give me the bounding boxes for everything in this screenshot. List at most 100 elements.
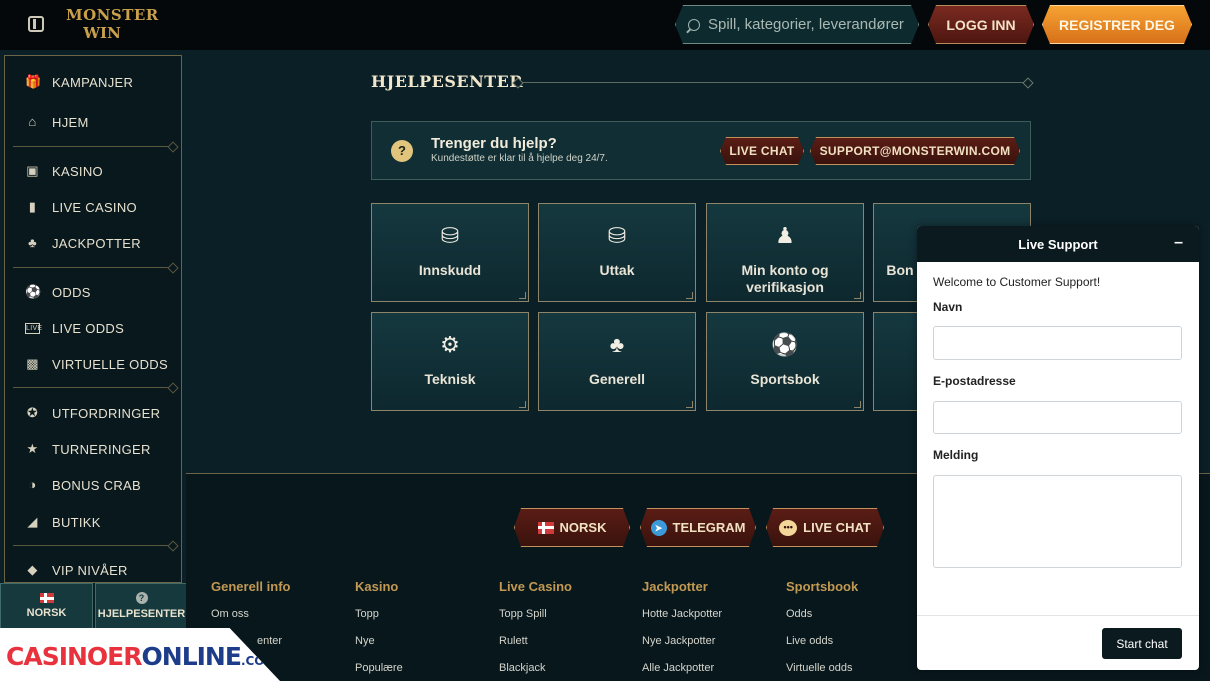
sidebar-item-butikk[interactable]: ◢ BUTIKK — [5, 507, 181, 537]
norway-flag-icon — [538, 522, 554, 534]
footer-column-kasino: Kasino Topp Nye Populære — [355, 579, 403, 681]
footer-column-heading: Live Casino — [499, 579, 572, 594]
sidebar-item-turneringer[interactable]: ★ TURNERINGER — [5, 434, 181, 464]
telegram-icon: ➤ — [651, 520, 667, 536]
footer-link[interactable]: Topp Spill — [499, 608, 572, 635]
footer-language-button[interactable]: NORSK — [514, 508, 630, 547]
sidebar-item-bonus-crab[interactable]: ◑ BONUS CRAB — [5, 470, 181, 500]
sidebar-divider — [13, 146, 175, 147]
footer-language-label: NORSK — [559, 520, 607, 535]
language-label: NORSK — [26, 607, 67, 619]
sidebar-item-label: BUTIKK — [52, 514, 101, 530]
sidebar-item-live-casino[interactable]: ▮ LIVE CASINO — [5, 192, 181, 222]
gear-icon: ⚙ — [440, 332, 460, 357]
footer-link[interactable]: Alle Jackpotter — [642, 662, 722, 681]
footer-link[interactable]: Populære — [355, 662, 403, 681]
footer-link[interactable]: Nye Jackpotter — [642, 635, 722, 662]
clover-icon: ♣ — [609, 332, 625, 357]
footer-link[interactable]: Topp — [355, 608, 403, 635]
user-icon: ♟ — [775, 223, 795, 248]
login-button[interactable]: LOGG INN — [928, 5, 1034, 44]
footer-live-chat-button[interactable]: ••• LIVE CHAT — [766, 508, 884, 547]
coins-plus-icon: ⛁ — [440, 223, 460, 248]
footer-link[interactable]: Hotte Jackpotter — [642, 608, 722, 635]
footer-link[interactable]: Rulett — [499, 635, 572, 662]
category-teknisk[interactable]: ⚙ Teknisk — [371, 312, 529, 411]
sidebar-item-virtuelle-odds[interactable]: ▩ VIRTUELLE ODDS — [5, 349, 181, 379]
message-field[interactable] — [933, 475, 1182, 568]
help-center-button[interactable]: ? HJELPESENTER — [95, 583, 188, 629]
category-label: Sportsbok — [750, 371, 820, 387]
sidebar-divider — [13, 267, 175, 268]
sidebar-item-label: LIVE CASINO — [52, 199, 137, 215]
top-bar: MONSTER WIN LOGG INN REGISTRER DEG — [0, 0, 1210, 50]
support-email-button[interactable]: SUPPORT@MONSTERWIN.COM — [810, 137, 1020, 165]
footer-live-chat-label: LIVE CHAT — [803, 520, 871, 535]
live-support-widget: Live Support – Welcome to Customer Suppo… — [917, 226, 1199, 670]
sidebar-bottom-bar: NORSK ? HJELPESENTER — [0, 583, 190, 631]
logo-text-win: WIN — [83, 24, 121, 42]
live-support-title: Live Support — [1018, 236, 1098, 252]
start-chat-button[interactable]: Start chat — [1102, 628, 1182, 659]
help-title: Trenger du hjelp? — [431, 135, 557, 152]
sidebar-item-utfordringer[interactable]: ✪ UTFORDRINGER — [5, 398, 181, 428]
minimize-icon[interactable]: – — [1174, 234, 1183, 252]
sidebar-item-kampanjer[interactable]: 🎁 KAMPANJER — [5, 67, 181, 97]
search-input[interactable] — [708, 16, 908, 33]
language-button[interactable]: NORSK — [0, 583, 93, 629]
search-box[interactable] — [675, 5, 919, 44]
sidebar-toggle-icon[interactable] — [28, 16, 44, 32]
sidebar-item-hjem[interactable]: ⌂ HJEM — [5, 107, 181, 137]
sidebar-item-vip-nivaer[interactable]: ◆ VIP NIVÅER — [5, 555, 181, 582]
footer-column-live-casino: Live Casino Topp Spill Rulett Blackjack — [499, 579, 572, 681]
help-subtitle: Kundestøtte er klar til å hjelpe deg 24/… — [431, 153, 608, 164]
category-sportsbok[interactable]: ⚽ Sportsbok — [706, 312, 864, 411]
footer-column-heading: Kasino — [355, 579, 399, 594]
sidebar-item-label: LIVE ODDS — [52, 320, 125, 336]
live-support-header: Live Support – — [917, 226, 1199, 262]
footer-link[interactable]: Nye — [355, 635, 403, 662]
footer-link[interactable]: Odds — [786, 608, 858, 635]
page-title: HJELPESENTER — [371, 72, 524, 91]
footer-link[interactable]: Live odds — [786, 635, 858, 662]
sidebar-item-label: UTFORDRINGER — [52, 405, 161, 421]
coins-minus-icon: ⛁ — [607, 223, 627, 248]
sidebar-item-kasino[interactable]: ▣ KASINO — [5, 156, 181, 186]
register-button[interactable]: REGISTRER DEG — [1042, 5, 1192, 44]
telegram-button[interactable]: ➤ TELEGRAM — [640, 508, 756, 547]
slot-machine-icon: ▣ — [26, 163, 39, 178]
search-icon — [688, 19, 700, 31]
sidebar-item-label: BONUS CRAB — [52, 477, 141, 493]
category-label: Bon — [886, 262, 914, 278]
sidebar-item-label: VIRTUELLE ODDS — [52, 356, 168, 372]
category-label: Generell — [588, 371, 646, 387]
footer-column-heading: Jackpotter — [642, 579, 708, 594]
category-generell[interactable]: ♣ Generell — [538, 312, 696, 411]
medal-icon: ✪ — [26, 405, 39, 420]
live-support-footer: Start chat — [917, 615, 1199, 670]
category-uttak[interactable]: ⛁ Uttak — [538, 203, 696, 302]
email-field[interactable] — [933, 401, 1182, 434]
footer-link[interactable]: Blackjack — [499, 662, 572, 681]
virtual-icon: ▩ — [26, 356, 39, 371]
help-icon: ? — [135, 592, 148, 604]
category-label: Min konto og verifikasjon — [741, 262, 829, 295]
footer-link[interactable]: Virtuelle odds — [786, 662, 858, 681]
help-center-label: HJELPESENTER — [97, 608, 186, 620]
sidebar-item-jackpotter[interactable]: ♣ JACKPOTTER — [5, 228, 181, 258]
clover-icon: ♣ — [28, 235, 37, 250]
sidebar: 🎁 KAMPANJER ⌂ HJEM ▣ KASINO ▮ LIVE CASINO ♣ J… — [4, 55, 182, 583]
crab-icon: ◑ — [28, 477, 37, 492]
sidebar-item-live-odds[interactable]: LIVE LIVE ODDS — [5, 313, 181, 343]
category-innskudd[interactable]: ⛁ Innskudd — [371, 203, 529, 302]
sidebar-item-label: ODDS — [52, 284, 91, 300]
live-chat-button[interactable]: LIVE CHAT — [720, 137, 804, 165]
sidebar-item-odds[interactable]: ⚽ ODDS — [5, 277, 181, 307]
sidebar-divider — [13, 387, 175, 388]
football-icon: ⚽ — [771, 332, 799, 357]
watermark-text-casinoer: CASINOER — [6, 642, 143, 671]
category-min-konto[interactable]: ♟ Min konto og verifikasjon — [706, 203, 864, 302]
monsterwin-logo[interactable]: MONSTER WIN — [66, 6, 158, 44]
category-label: Teknisk — [424, 371, 476, 387]
name-field[interactable] — [933, 326, 1182, 360]
